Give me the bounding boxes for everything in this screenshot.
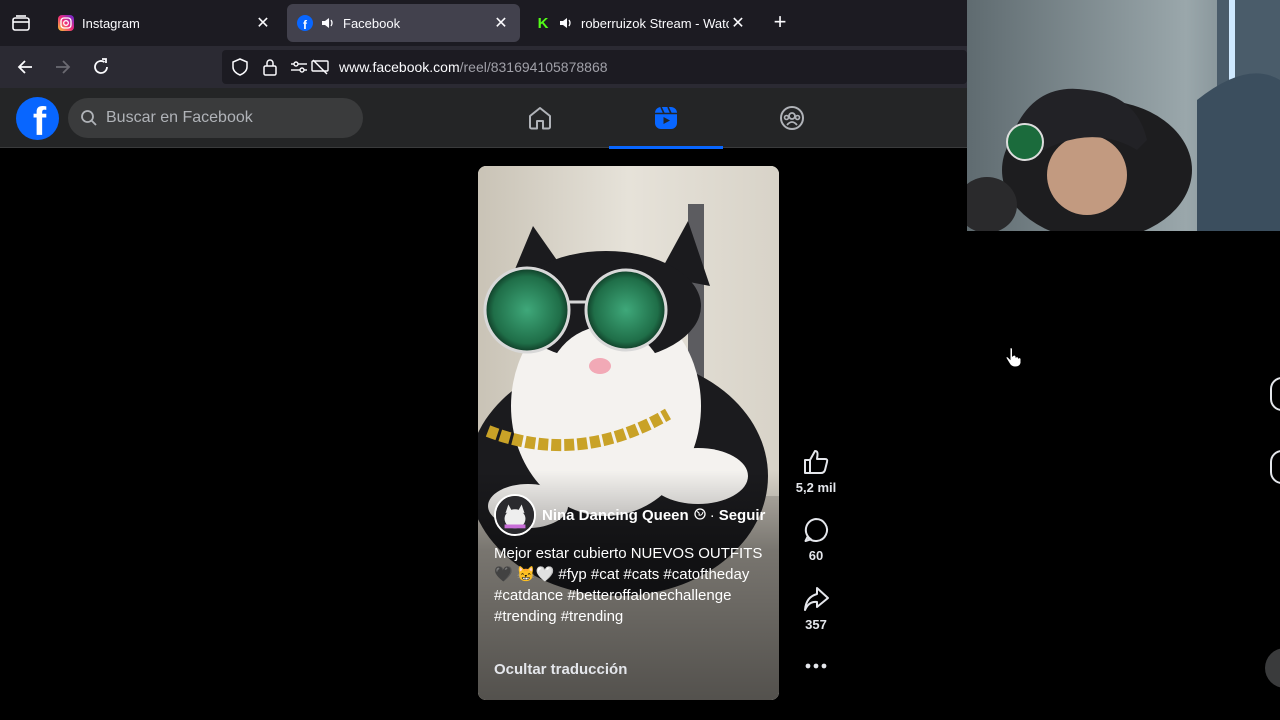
more-options-action[interactable] xyxy=(790,656,842,676)
comment-action[interactable]: 60 xyxy=(790,516,842,563)
facebook-icon: f xyxy=(297,15,313,32)
like-action[interactable]: 5,2 mil xyxy=(790,448,842,495)
facebook-logo[interactable]: f xyxy=(16,97,59,140)
speaker-icon[interactable] xyxy=(559,16,573,30)
url-domain: www.facebook.com xyxy=(339,59,460,75)
tab-title: Facebook xyxy=(343,15,401,31)
tab-list-icon xyxy=(12,15,30,31)
share-action[interactable]: 357 xyxy=(790,585,842,632)
more-options-icon xyxy=(805,663,827,669)
url-bar[interactable]: www.facebook.com/reel/831694105878868 xyxy=(222,50,967,84)
new-tab-button[interactable]: + xyxy=(768,11,792,35)
shield-icon[interactable] xyxy=(231,58,249,76)
url-path: /reel/831694105878868 xyxy=(459,59,608,75)
comment-icon xyxy=(804,518,828,542)
floating-action-button[interactable] xyxy=(1265,648,1280,688)
globe-icon xyxy=(694,507,706,523)
close-tab-icon[interactable]: ✕ xyxy=(492,13,510,33)
follow-button[interactable]: Seguir xyxy=(719,507,766,524)
next-reel-button[interactable] xyxy=(1270,377,1280,411)
nav-home[interactable] xyxy=(483,88,597,148)
separator-dot: · xyxy=(709,506,715,524)
hide-translation-link[interactable]: Ocultar traducción xyxy=(494,661,627,678)
tab-title: roberruizok Stream - Watch xyxy=(581,15,729,31)
mouse-pointer-icon xyxy=(1005,347,1022,368)
tab-title: Instagram xyxy=(82,15,140,31)
author-name[interactable]: Nina Dancing Queen xyxy=(542,507,689,524)
instagram-icon xyxy=(58,15,74,31)
back-arrow-icon xyxy=(17,60,32,74)
tab-kick-stream[interactable]: K roberruizok Stream - Watch ✕ xyxy=(525,4,757,42)
permissions-icon[interactable] xyxy=(290,58,308,76)
forward-arrow-icon xyxy=(56,60,71,74)
url-text: www.facebook.com/reel/831694105878868 xyxy=(339,59,608,75)
author-avatar[interactable] xyxy=(494,494,536,536)
tab-list-button[interactable] xyxy=(8,11,34,35)
speaker-icon[interactable] xyxy=(321,16,335,30)
forward-button[interactable] xyxy=(51,55,75,79)
like-count: 5,2 mil xyxy=(795,480,837,495)
comment-count: 60 xyxy=(808,548,824,563)
back-button[interactable] xyxy=(13,55,37,79)
webcam-overlay xyxy=(967,0,1280,231)
reel-author: Nina Dancing Queen · Seguir xyxy=(494,494,774,536)
tab-bar: Instagram ✕ f Facebook ✕ K roberruizok S… xyxy=(0,0,967,46)
tab-facebook[interactable]: f Facebook ✕ xyxy=(287,4,520,42)
nav-groups[interactable] xyxy=(735,88,849,148)
groups-icon xyxy=(780,106,804,130)
lock-icon[interactable] xyxy=(261,58,279,76)
share-icon xyxy=(804,587,829,611)
share-count: 357 xyxy=(805,617,827,632)
streamer-webcam-image xyxy=(967,0,1280,231)
tab-instagram[interactable]: Instagram ✕ xyxy=(48,4,282,42)
nav-reels[interactable] xyxy=(609,88,723,149)
reload-button[interactable] xyxy=(89,55,113,79)
facebook-search[interactable] xyxy=(68,98,363,138)
close-tab-icon[interactable]: ✕ xyxy=(729,13,747,33)
previous-reel-button[interactable] xyxy=(1270,450,1280,484)
browser-window: Instagram ✕ f Facebook ✕ K roberruizok S… xyxy=(0,0,967,720)
reload-icon xyxy=(94,58,108,74)
reel-video[interactable]: Nina Dancing Queen · Seguir Mejor estar … xyxy=(478,166,779,700)
kick-icon: K xyxy=(537,14,549,32)
home-icon xyxy=(529,107,551,130)
search-icon xyxy=(81,110,97,126)
navigation-bar: www.facebook.com/reel/831694105878868 xyxy=(0,46,967,88)
screen-sharing-icon[interactable] xyxy=(311,58,329,76)
search-input[interactable] xyxy=(106,109,346,127)
reel-caption: Mejor estar cubierto NUEVOS OUTFITS 🖤 😸🤍… xyxy=(494,545,763,625)
facebook-header: f xyxy=(0,88,967,149)
like-icon xyxy=(804,450,829,474)
close-tab-icon[interactable]: ✕ xyxy=(254,13,272,33)
reels-icon xyxy=(655,106,677,129)
